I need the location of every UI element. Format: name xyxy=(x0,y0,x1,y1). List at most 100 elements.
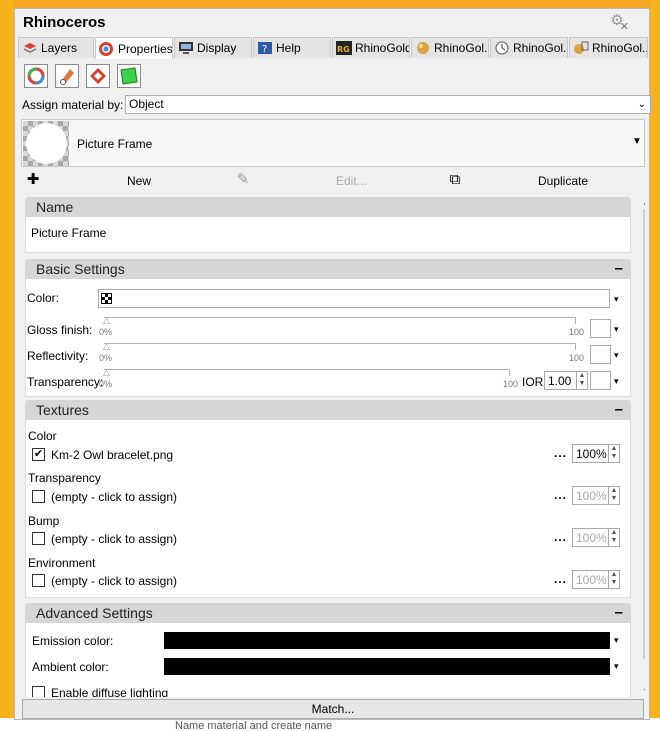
slider-min-label: 0% xyxy=(99,327,113,337)
transparency-slider[interactable] xyxy=(104,369,510,376)
tab-rhinogold-4[interactable]: RhinoGol... xyxy=(569,37,648,58)
rhinogold-tools-icon xyxy=(573,41,589,55)
transparency-color-swatch[interactable] xyxy=(590,371,611,390)
name-section-body: Picture Frame xyxy=(25,217,631,253)
tab-label: Help xyxy=(276,41,301,55)
section-title: Name xyxy=(36,199,74,215)
tab-rhinogold-3[interactable]: RhinoGol... xyxy=(490,37,568,58)
reflectivity-color-swatch[interactable] xyxy=(590,345,611,364)
texture-bump-checkbox[interactable] xyxy=(32,532,45,545)
browse-button[interactable]: ... xyxy=(554,530,567,544)
gloss-slider[interactable] xyxy=(104,317,576,324)
material-name-field[interactable]: Picture Frame xyxy=(31,226,106,240)
slider-knob-icon[interactable]: △ xyxy=(103,341,111,351)
material-preview xyxy=(23,121,69,166)
color-picker[interactable] xyxy=(98,289,610,308)
dropdown-arrow-icon[interactable]: ▾ xyxy=(614,376,619,387)
close-icon[interactable]: ✕ xyxy=(615,20,629,34)
texture-mapping-icon[interactable] xyxy=(55,64,79,88)
slider-knob-icon[interactable]: △ xyxy=(103,315,111,325)
ambient-color-picker[interactable] xyxy=(164,658,610,675)
slider-min-label: 0% xyxy=(99,379,113,389)
plus-icon[interactable]: ✚ xyxy=(25,172,41,188)
collapse-icon[interactable]: – xyxy=(615,604,623,621)
dropdown-arrow-icon[interactable]: ▾ xyxy=(614,350,619,361)
gloss-color-swatch[interactable] xyxy=(590,319,611,338)
basic-settings-body: Color: ▾ Gloss finish: △ 0% 100 ▾ Reflec… xyxy=(25,279,631,397)
browse-button[interactable]: ... xyxy=(554,446,567,460)
duplicate-icon[interactable]: ⧉ xyxy=(447,172,463,188)
custom-mesh-icon[interactable] xyxy=(117,64,141,88)
amount-value: 100% xyxy=(576,489,607,503)
decal-icon[interactable] xyxy=(86,64,110,88)
new-button[interactable]: New xyxy=(127,174,151,188)
material-selector[interactable]: Picture Frame ▼ xyxy=(21,119,645,167)
rhinogold-dial-icon xyxy=(494,41,510,55)
dropdown-arrow-icon[interactable]: ▾ xyxy=(614,324,619,335)
texture-color-file[interactable]: Km-2 Owl bracelet.png xyxy=(51,448,173,462)
properties-icon xyxy=(99,41,115,56)
textures-body: Color ✔ Km-2 Owl bracelet.png ... 100% ▲… xyxy=(25,420,631,598)
scroll-down-icon[interactable]: ⌄ xyxy=(642,683,645,694)
slider-min-label: 0% xyxy=(99,353,113,363)
texture-environment-amount: 100% ▲ ▼ xyxy=(572,570,620,589)
dropdown-arrow-icon[interactable]: ▾ xyxy=(614,661,619,672)
texture-environment-checkbox[interactable] xyxy=(32,574,45,587)
diffuse-lighting-label[interactable]: Enable diffuse lighting xyxy=(51,686,168,697)
tab-label: RhinoGol... xyxy=(592,41,648,55)
browse-button[interactable]: ... xyxy=(554,572,567,586)
tab-display[interactable]: Display xyxy=(174,37,252,58)
assign-material-select[interactable]: Object ⌄ xyxy=(125,95,651,114)
help-icon: ? xyxy=(257,41,273,55)
section-title: Advanced Settings xyxy=(36,605,153,621)
assign-material-label: Assign material by: xyxy=(22,98,124,112)
color-label: Color: xyxy=(27,291,60,305)
ambient-color-label: Ambient color: xyxy=(32,660,109,674)
tab-properties[interactable]: Properties xyxy=(95,37,173,59)
slider-max-label: 100 xyxy=(569,327,585,337)
ior-input[interactable]: 1.00 ▲ ▼ xyxy=(544,371,588,390)
tab-help[interactable]: ? Help xyxy=(253,37,331,58)
dropdown-arrow-icon[interactable]: ▾ xyxy=(614,294,619,305)
texture-bump-file[interactable]: (empty - click to assign) xyxy=(51,532,177,546)
reflectivity-slider[interactable] xyxy=(104,343,576,350)
diffuse-lighting-checkbox[interactable] xyxy=(32,686,45,697)
texture-transparency-checkbox[interactable] xyxy=(32,490,45,503)
scrollbar-thumb[interactable] xyxy=(643,209,645,659)
emission-color-picker[interactable] xyxy=(164,632,610,649)
spinner-icon: ▲ ▼ xyxy=(608,487,619,504)
browse-button[interactable]: ... xyxy=(554,488,567,502)
texture-color-checkbox[interactable]: ✔ xyxy=(32,448,45,461)
texture-environment-title: Environment xyxy=(28,556,96,570)
material-mode-icon[interactable] xyxy=(24,64,48,88)
slider-knob-icon[interactable]: △ xyxy=(103,367,111,377)
basic-settings-header[interactable]: Basic Settings – xyxy=(25,259,631,279)
rhinogold-gem-icon xyxy=(415,41,431,55)
texture-color-amount[interactable]: 100% ▲ ▼ xyxy=(572,444,620,463)
match-button[interactable]: Match... xyxy=(22,699,644,719)
texture-transparency-file[interactable]: (empty - click to assign) xyxy=(51,490,177,504)
spinner-icon[interactable]: ▲ ▼ xyxy=(576,372,587,389)
dropdown-arrow-icon[interactable]: ▾ xyxy=(614,635,619,646)
amount-value: 100% xyxy=(576,573,607,587)
spinner-icon: ▲ ▼ xyxy=(608,529,619,546)
tab-layers[interactable]: Layers xyxy=(18,37,94,58)
advanced-settings-header[interactable]: Advanced Settings – xyxy=(25,603,631,623)
texture-environment-file[interactable]: (empty - click to assign) xyxy=(51,574,177,588)
dropdown-arrow-icon: ▼ xyxy=(632,136,642,147)
textures-header[interactable]: Textures – xyxy=(25,400,631,420)
scroll-up-icon[interactable]: ▲ xyxy=(642,197,645,207)
texture-color-title: Color xyxy=(28,429,57,443)
collapse-icon[interactable]: – xyxy=(615,260,623,277)
tab-rhinogold-2[interactable]: RhinoGol... xyxy=(411,37,489,58)
transparency-label: Transparency: xyxy=(27,375,104,389)
collapse-icon[interactable]: – xyxy=(615,401,623,418)
tab-rhinogold[interactable]: RG RhinoGold xyxy=(332,37,410,58)
material-name: Picture Frame xyxy=(77,137,153,151)
tab-label: RhinoGol... xyxy=(434,41,489,55)
duplicate-button[interactable]: Duplicate xyxy=(538,174,588,188)
vertical-scrollbar[interactable]: ▲ ⌄ xyxy=(639,195,645,697)
panel-tabs: Layers Properties Display ? Help RG Rhin… xyxy=(18,37,648,59)
spinner-icon: ▲ ▼ xyxy=(608,571,619,588)
spinner-icon[interactable]: ▲ ▼ xyxy=(608,445,619,462)
